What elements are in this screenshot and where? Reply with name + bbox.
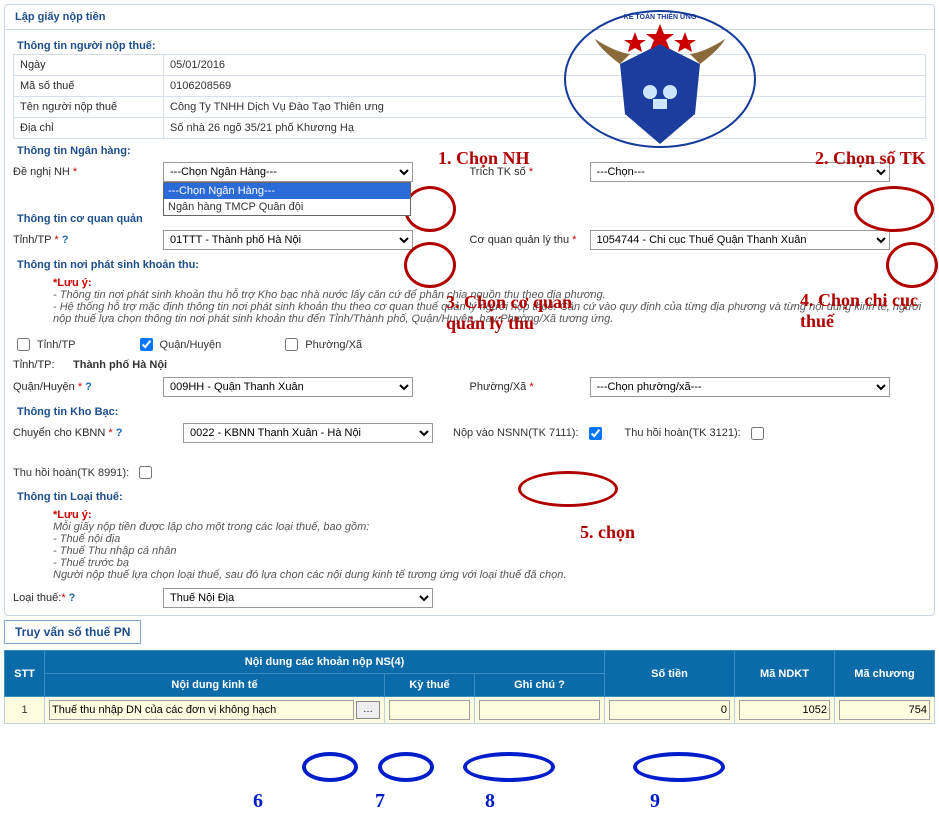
hdr-ky: Kỳ thuế (385, 674, 475, 697)
lbl-date: Ngày (14, 55, 164, 76)
help-icon[interactable]: ? (62, 234, 69, 246)
lbl-nop: Nộp vào NSNN(TK 7111): (453, 427, 579, 439)
quan-select[interactable]: 009HH - Quận Thanh Xuân (163, 377, 413, 397)
hdr-group: Nội dung các khoản nộp NS(4) (45, 651, 605, 674)
tax-grid: STT Nội dung các khoản nộp NS(4) Số tiền… (4, 650, 935, 724)
table-row: 1 … (5, 697, 935, 724)
lbl-th2: Thu hồi hoàn(TK 8991): (13, 467, 129, 479)
help-icon[interactable]: ? (69, 592, 76, 604)
help-icon[interactable]: ? (558, 679, 565, 691)
cell-ky-input[interactable] (389, 700, 470, 720)
section-origin-title: Thông tin nơi phát sinh khoản thu: (13, 253, 926, 273)
lbl-loaithue: Loại thuế: (13, 592, 61, 604)
query-tax-button[interactable]: Truy vấn số thuế PN (4, 620, 141, 644)
hdr-chuong: Mã chương (835, 651, 935, 697)
section-taxpayer-title: Thông tin người nộp thuế: (13, 34, 926, 54)
bank-option-placeholder[interactable]: ---Chọn Ngân Hàng--- (164, 183, 410, 199)
annotation-circle-6 (302, 752, 358, 782)
origin-note: *Lưu ý: - Thông tin nơi phát sinh khoản … (13, 273, 926, 329)
hdr-gc: Ghi chú (514, 679, 555, 691)
bank-option-mb[interactable]: Ngân hàng TMCP Quân đội (164, 199, 410, 215)
taxtype-note: *Lưu ý: Mỗi giấy nộp tiền được lập cho m… (13, 505, 926, 585)
section-agency-title: Thông tin cơ quan quản (13, 207, 926, 227)
px-select[interactable]: ---Chọn phường/xã--- (590, 377, 890, 397)
help-icon[interactable]: ? (116, 427, 123, 439)
annotation-8: 8 (485, 790, 495, 813)
lbl-tinh-ro: Tỉnh/TP: (13, 359, 73, 371)
val-tinh-ro: Thành phố Hà Nội (73, 359, 167, 371)
annotation-circle-9 (633, 752, 725, 782)
page-title: Lập giấy nộp tiền (5, 5, 934, 30)
lbl-province: Tỉnh/TP (13, 234, 51, 246)
hdr-ndkt: Mã NDKT (735, 651, 835, 697)
bank-select[interactable]: ---Chọn Ngân Hàng--- (163, 162, 413, 182)
cell-sotien-input[interactable] (609, 700, 730, 720)
loaithue-select[interactable]: Thuế Nội Địa (163, 588, 433, 608)
chk-th3121[interactable] (751, 427, 764, 440)
lbl-kbnn: Chuyển cho KBNN (13, 427, 105, 439)
cell-ndkt-input[interactable] (739, 700, 830, 720)
hdr-nd: Nội dung kinh tế (45, 674, 385, 697)
lbl-quan: Quận/Huyện (13, 381, 75, 393)
annotation-9: 9 (650, 790, 660, 813)
annotation-6: 6 (253, 790, 263, 813)
lbl-cq: Cơ quan quản lý thu (470, 234, 570, 246)
val-name: Công Ty TNHH Dịch Vụ Đào Tạo Thiên ưng (164, 97, 926, 118)
lbl-bank: Đề nghị NH (13, 166, 70, 178)
val-addr: Số nhà 26 ngõ 35/21 phố Khương Hạ (164, 118, 926, 139)
province-select[interactable]: 01TTT - Thành phố Hà Nội (163, 230, 413, 250)
kbnn-select[interactable]: 0022 - KBNN Thanh Xuân - Hà Nội (183, 423, 433, 443)
help-icon[interactable]: ? (85, 381, 92, 393)
taxpayer-table: Ngày 05/01/2016 Mã số thuế 0106208569 Tê… (13, 54, 926, 139)
hdr-stt: STT (5, 651, 45, 697)
annotation-circle-7 (378, 752, 434, 782)
section-bank-title: Thông tin Ngân hàng: (13, 139, 926, 159)
acct-select[interactable]: ---Chọn--- (590, 162, 890, 182)
cell-chuong-input[interactable] (839, 700, 930, 720)
section-kbnn-title: Thông tin Kho Bạc: (13, 400, 926, 420)
lbl-mst: Mã số thuế (14, 76, 164, 97)
cell-gc-input[interactable] (479, 700, 600, 720)
cell-nd-input[interactable] (49, 700, 354, 720)
cq-select[interactable]: 1054744 - Chi cục Thuế Quận Thanh Xuân (590, 230, 890, 250)
hdr-sotien: Số tiền (605, 651, 735, 697)
cell-stt: 1 (5, 697, 45, 724)
val-date: 05/01/2016 (164, 55, 926, 76)
lbl-name: Tên người nộp thuế (14, 97, 164, 118)
lbl-addr: Địa chỉ (14, 118, 164, 139)
bank-dropdown-list[interactable]: ---Chọn Ngân Hàng--- Ngân hàng TMCP Quân… (163, 182, 411, 216)
chk-tinh[interactable]: Tỉnh/TP (13, 335, 76, 354)
main-panel: Lập giấy nộp tiền Thông tin người nộp th… (4, 4, 935, 616)
chk-th8991[interactable] (139, 466, 152, 479)
annotation-circle-8 (463, 752, 555, 782)
section-taxtype-title: Thông tin Loại thuế: (13, 485, 926, 505)
lbl-px: Phường/Xã (470, 381, 527, 393)
chk-quan[interactable]: Quận/Huyện (136, 335, 222, 354)
val-mst: 0106208569 (164, 76, 926, 97)
annotation-7: 7 (375, 790, 385, 813)
lbl-th1: Thu hồi hoàn(TK 3121): (625, 427, 741, 439)
lbl-acct: Trích TK số (470, 166, 526, 178)
chk-phuong[interactable]: Phường/Xã (281, 335, 362, 354)
chk-nop[interactable] (589, 427, 602, 440)
pick-nd-button[interactable]: … (356, 701, 380, 719)
